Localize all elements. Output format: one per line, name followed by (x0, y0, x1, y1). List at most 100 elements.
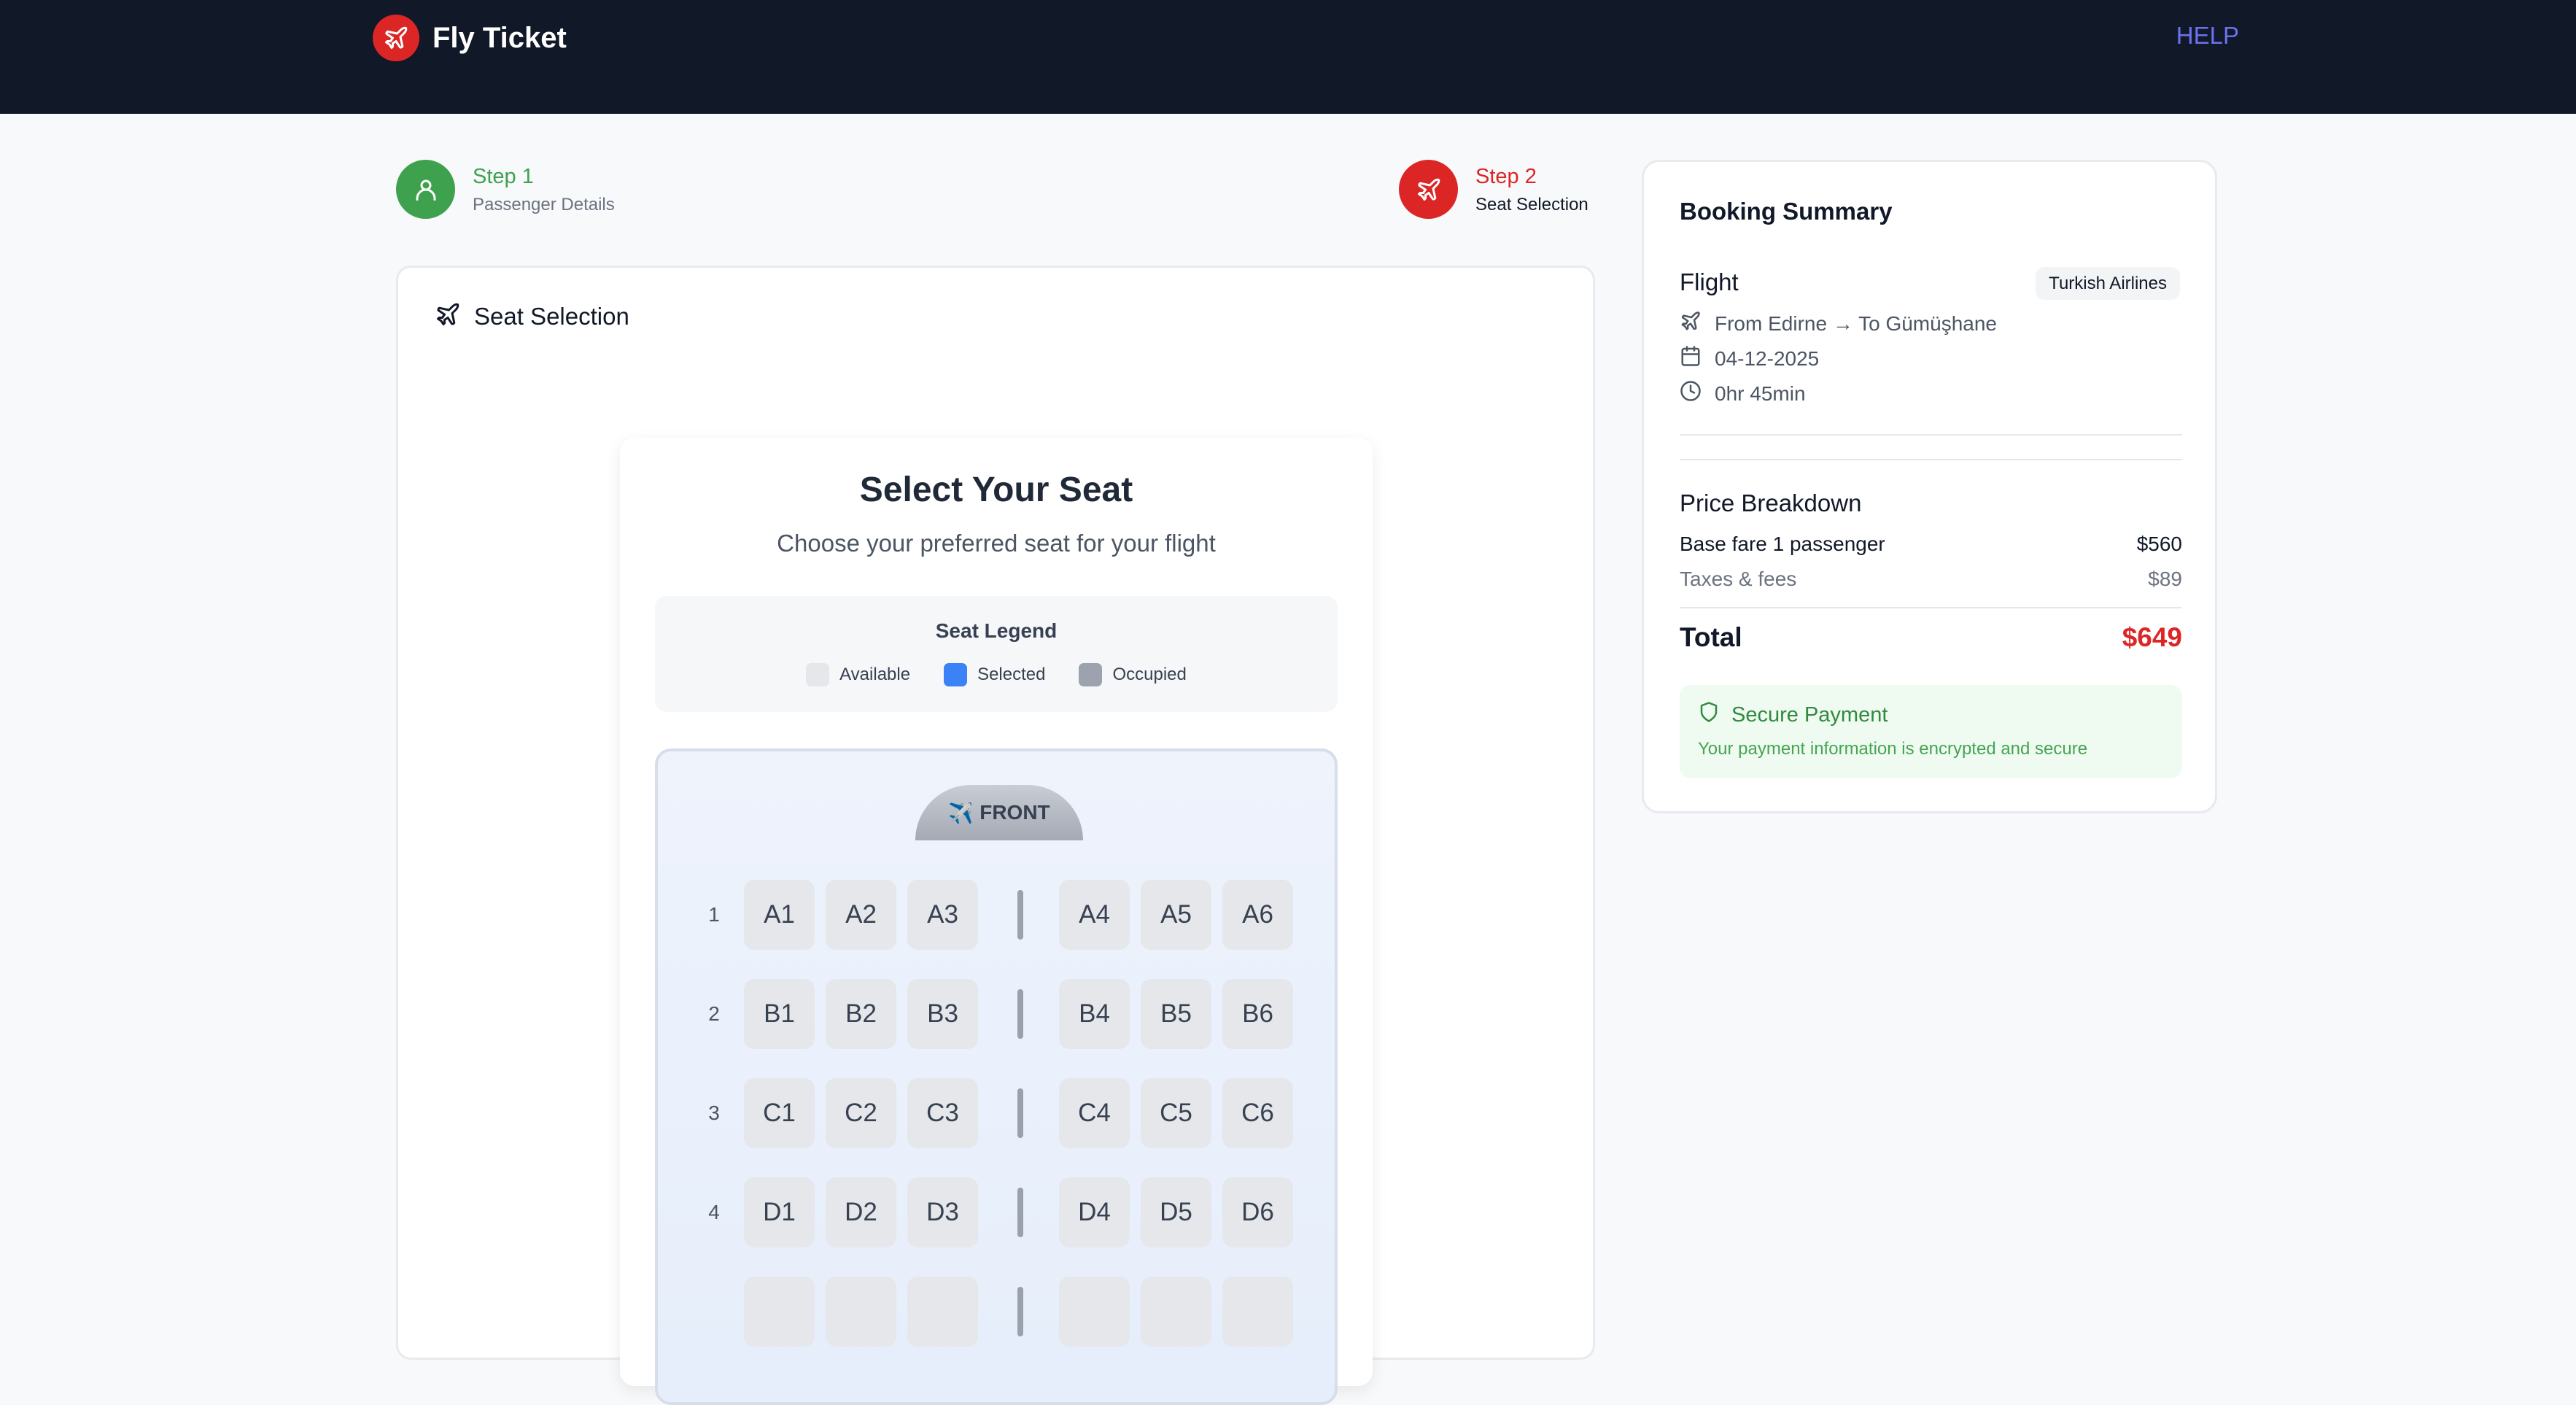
seat-button[interactable]: C5 (1141, 1078, 1211, 1148)
card-header: Seat Selection (435, 301, 629, 331)
seat-button[interactable]: D5 (1141, 1177, 1211, 1247)
seat-legend: Seat Legend Available Selected Occupied (655, 596, 1338, 712)
seat-button[interactable]: C3 (907, 1078, 978, 1148)
step-1-title: Step 1 (473, 165, 534, 189)
total-row: Total $649 (1680, 622, 2182, 653)
seat-button[interactable]: D4 (1059, 1177, 1130, 1247)
shield-icon (1698, 701, 1720, 729)
plane-icon (1399, 160, 1458, 219)
seat-button[interactable]: C1 (744, 1078, 815, 1148)
seat-button[interactable]: C2 (826, 1078, 896, 1148)
secure-title: Secure Payment (1731, 702, 1888, 727)
seat-button[interactable]: B6 (1222, 979, 1293, 1049)
step-2: Step 2 Seat Selection (1399, 160, 1588, 219)
seat-button[interactable]: A3 (907, 880, 978, 950)
clock-icon (1680, 380, 1702, 407)
front-indicator: ✈️ FRONT (915, 785, 1083, 840)
step-2-subtitle: Seat Selection (1475, 194, 1588, 214)
seat-button[interactable] (1141, 1277, 1211, 1347)
legend-available: Available (806, 663, 910, 686)
available-swatch (806, 663, 830, 686)
seat-button[interactable]: A1 (744, 880, 815, 950)
occupied-swatch (1079, 663, 1103, 686)
front-label: FRONT (979, 801, 1050, 824)
row-number: 3 (708, 1102, 720, 1124)
seat-row: 2 B1 B2 B3 B4 B5 B6 (658, 979, 1335, 1049)
price-breakdown-title: Price Breakdown (1680, 489, 1862, 516)
row-number: 1 (708, 903, 720, 926)
divider (1680, 459, 2182, 460)
route-text: From Edirne → To Gümüşhane (1715, 311, 1997, 335)
seat-button[interactable]: D6 (1222, 1177, 1293, 1247)
secure-payment-box: Secure Payment Your payment information … (1680, 685, 2182, 778)
legend-title: Seat Legend (935, 619, 1058, 642)
legend-occupied: Occupied (1079, 663, 1187, 686)
taxes-label: Taxes & fees (1680, 568, 1797, 590)
seat-button[interactable]: B5 (1141, 979, 1211, 1049)
total-value: $649 (2122, 622, 2182, 652)
plane-icon (435, 301, 461, 331)
selected-swatch (944, 663, 968, 686)
secure-title-row: Secure Payment (1698, 701, 1888, 729)
seat-selection-card: Seat Selection Select Your Seat Choose y… (396, 266, 1595, 1405)
seat-button[interactable]: B1 (744, 979, 815, 1049)
aisle-divider (1017, 1287, 1023, 1336)
seat-button[interactable]: D1 (744, 1177, 815, 1247)
seat-row: 1 A1 A2 A3 A4 A5 A6 (658, 880, 1335, 950)
seat-button[interactable]: D3 (907, 1177, 978, 1247)
top-navbar: Fly Ticket HELP (0, 0, 2576, 114)
seat-button[interactable]: A4 (1059, 880, 1130, 950)
date-text: 04-12-2025 (1715, 347, 1820, 370)
legend-selected: Selected (944, 663, 1045, 686)
seat-button[interactable]: C4 (1059, 1078, 1130, 1148)
seat-button[interactable] (1059, 1277, 1130, 1347)
help-link[interactable]: HELP (2176, 22, 2239, 50)
booking-summary-card: Booking Summary Flight Turkish Airlines … (1642, 160, 2217, 813)
seat-button[interactable]: B2 (826, 979, 896, 1049)
seat-button[interactable]: C6 (1222, 1078, 1293, 1148)
seat-button[interactable] (826, 1277, 896, 1347)
legend-label: Occupied (1112, 665, 1187, 684)
brand-name: Fly Ticket (432, 21, 567, 54)
seat-button[interactable]: A6 (1222, 880, 1293, 950)
row-number: 2 (708, 1002, 720, 1025)
flight-label: Flight (1680, 268, 1739, 295)
plane-icon (1680, 310, 1702, 337)
panel-title: Select Your Seat (859, 471, 1133, 509)
aisle-divider (1017, 1088, 1023, 1138)
seat-button[interactable]: A2 (826, 880, 896, 950)
aisle-divider (1017, 890, 1023, 940)
legend-label: Selected (977, 665, 1046, 684)
seat-button[interactable]: D2 (826, 1177, 896, 1247)
panel-subtitle: Choose your preferred seat for your flig… (777, 530, 1216, 557)
aisle-divider (1017, 1188, 1023, 1237)
route-line: From Edirne → To Gümüşhane (1680, 310, 1997, 337)
seat-row: 4 D1 D2 D3 D4 D5 D6 (658, 1177, 1335, 1247)
legend-label: Available (839, 665, 911, 684)
seat-button[interactable]: B4 (1059, 979, 1130, 1049)
taxes-value: $89 (2148, 568, 2182, 590)
base-fare-value: $560 (2136, 533, 2182, 555)
step-1: Step 1 Passenger Details (396, 160, 615, 219)
seat-map-panel: Select Your Seat Choose your preferred s… (620, 438, 1373, 1405)
taxes-row: Taxes & fees $89 (1680, 568, 2182, 591)
plane-logo-icon (373, 15, 419, 61)
brand[interactable]: Fly Ticket (373, 15, 567, 61)
base-fare-label: Base fare 1 passenger (1680, 533, 1885, 555)
seat-button[interactable]: A5 (1141, 880, 1211, 950)
aisle-divider (1017, 989, 1023, 1039)
calendar-icon (1680, 345, 1702, 372)
airline-badge: Turkish Airlines (2036, 267, 2180, 300)
step-2-title: Step 2 (1475, 165, 1537, 189)
seat-row-partial (658, 1277, 1335, 1347)
secure-text: Your payment information is encrypted an… (1698, 739, 2088, 759)
divider (1680, 607, 2182, 608)
date-line: 04-12-2025 (1680, 345, 1819, 372)
seat-button[interactable] (1222, 1277, 1293, 1347)
seat-button[interactable]: B3 (907, 979, 978, 1049)
user-icon (396, 160, 455, 219)
seat-button[interactable] (744, 1277, 815, 1347)
seat-button[interactable] (907, 1277, 978, 1347)
card-title: Seat Selection (474, 302, 629, 330)
total-label: Total (1680, 622, 1742, 652)
